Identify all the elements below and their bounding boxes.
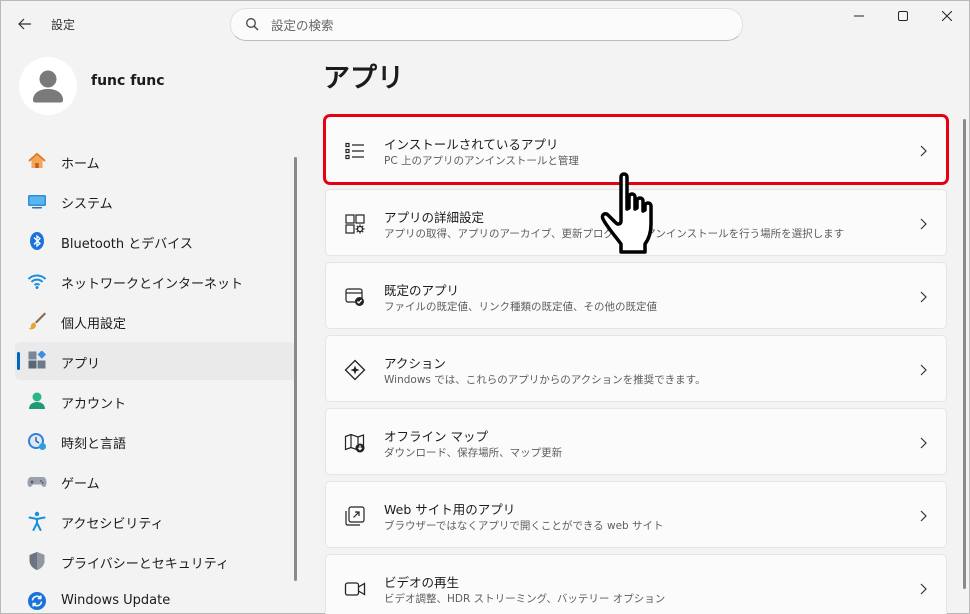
sidebar-item-label: アカウント — [61, 397, 127, 412]
close-button[interactable] — [925, 5, 969, 27]
card-title: Web サイト用のアプリ — [384, 502, 516, 517]
main-scrollbar[interactable] — [963, 119, 966, 589]
shield-icon — [29, 552, 45, 570]
chevron-right-icon — [920, 218, 927, 230]
video-playback-icon — [344, 582, 366, 596]
clock-globe-icon — [28, 433, 46, 450]
card-subtitle: ビデオ調整、HDR ストリーミング、バッテリー オプション — [384, 593, 666, 605]
bluetooth-icon — [30, 232, 44, 250]
title-bar: 設定 — [1, 1, 970, 47]
chevron-right-icon — [920, 583, 927, 595]
sidebar-item-apps[interactable]: アプリ — [15, 342, 295, 380]
settings-window: 設定 func func ホーム — [0, 0, 970, 614]
search-input[interactable] — [271, 14, 721, 36]
sidebar-item-label: システム — [61, 197, 113, 212]
card-subtitle: ファイルの既定値、リンク種類の既定値、その他の既定値 — [384, 301, 657, 313]
back-arrow-icon — [18, 18, 31, 30]
user-avatar-icon — [33, 70, 63, 103]
sidebar-item-label: ネットワークとインターネット — [61, 277, 244, 292]
profile-name: func func — [91, 73, 165, 89]
sidebar-item-personalization[interactable]: 個人用設定 — [15, 302, 295, 340]
sidebar-nav: ホーム システム Bluetooth とデバイス ネットワークとインターネット … — [15, 142, 295, 614]
sidebar-item-label: 個人用設定 — [61, 317, 127, 332]
sidebar-item-label: アクセシビリティ — [61, 517, 164, 532]
app-title: 設定 — [51, 18, 76, 32]
card-video-playback[interactable]: ビデオの再生 ビデオ調整、HDR ストリーミング、バッテリー オプション — [325, 554, 947, 614]
offline-maps-icon — [344, 433, 365, 453]
card-title: ビデオの再生 — [384, 575, 460, 590]
card-title: アプリの詳細設定 — [384, 210, 485, 225]
sidebar-item-label: 時刻と言語 — [61, 437, 127, 452]
card-subtitle: ブラウザーではなくアプリで開くことができる web サイト — [384, 520, 664, 532]
sidebar-item-windows-update[interactable]: Windows Update — [15, 582, 295, 614]
card-title: オフライン マップ — [384, 429, 488, 444]
settings-cards: インストールされているアプリ PC 上のアプリのアンインストールと管理 アプリの… — [323, 114, 949, 614]
search-icon — [246, 18, 259, 31]
sidebar-item-bluetooth[interactable]: Bluetooth とデバイス — [15, 222, 295, 260]
default-apps-icon — [345, 288, 364, 306]
account-icon — [29, 392, 45, 409]
card-actions[interactable]: アクション Windows では、これらのアプリからのアクションを推奨できます。 — [325, 335, 947, 402]
chevron-right-icon — [920, 145, 927, 157]
sidebar-item-network[interactable]: ネットワークとインターネット — [15, 262, 295, 300]
card-subtitle: Windows では、これらのアプリからのアクションを推奨できます。 — [384, 374, 706, 386]
back-button[interactable] — [13, 12, 37, 36]
minimize-icon — [854, 15, 864, 17]
avatar — [19, 57, 77, 115]
accessibility-icon — [28, 511, 46, 531]
sidebar-item-label: Bluetooth とデバイス — [61, 237, 193, 252]
page-title: アプリ — [323, 63, 404, 94]
advanced-settings-icon — [345, 214, 365, 234]
card-subtitle: PC 上のアプリのアンインストールと管理 — [384, 155, 579, 167]
sidebar-item-label: ゲーム — [61, 477, 100, 492]
card-title: 既定のアプリ — [384, 283, 460, 298]
sidebar-scrollbar[interactable] — [294, 157, 297, 581]
card-title: アクション — [384, 356, 446, 371]
card-installed-apps[interactable]: インストールされているアプリ PC 上のアプリのアンインストールと管理 — [323, 114, 949, 185]
sidebar-item-system[interactable]: システム — [15, 182, 295, 220]
installed-apps-icon — [345, 142, 364, 160]
sidebar-item-label: Windows Update — [61, 593, 171, 608]
search-box[interactable] — [230, 8, 743, 41]
sidebar-item-accounts[interactable]: アカウント — [15, 382, 295, 420]
apps-icon — [28, 351, 47, 369]
card-advanced-app-settings[interactable]: アプリの詳細設定 アプリの取得、アプリのアーカイブ、更新プログラムのアンインスト… — [325, 189, 947, 256]
card-apps-for-websites[interactable]: Web サイト用のアプリ ブラウザーではなくアプリで開くことができる web サ… — [325, 481, 947, 548]
sidebar-item-home[interactable]: ホーム — [15, 142, 295, 180]
card-subtitle: アプリの取得、アプリのアーカイブ、更新プログラムのアンインストールを行う場所を選… — [384, 228, 845, 240]
sidebar-item-time-language[interactable]: 時刻と言語 — [15, 422, 295, 460]
actions-icon — [344, 359, 366, 381]
active-indicator — [17, 352, 20, 370]
chevron-right-icon — [920, 437, 927, 449]
sidebar-item-privacy-security[interactable]: プライバシーとセキュリティ — [15, 542, 295, 580]
chevron-right-icon — [920, 291, 927, 303]
card-offline-maps[interactable]: オフライン マップ ダウンロード、保存場所、マップ更新 — [325, 408, 947, 475]
wifi-icon — [27, 274, 47, 289]
brush-icon — [28, 312, 46, 330]
card-title: インストールされているアプリ — [384, 137, 559, 152]
update-icon — [28, 592, 46, 610]
chevron-right-icon — [920, 510, 927, 522]
sidebar-item-label: ホーム — [61, 157, 100, 172]
sidebar-item-label: プライバシーとセキュリティ — [61, 557, 229, 572]
sidebar-item-gaming[interactable]: ゲーム — [15, 462, 295, 500]
close-icon — [942, 11, 952, 21]
maximize-button[interactable] — [881, 5, 925, 27]
card-subtitle: ダウンロード、保存場所、マップ更新 — [384, 447, 563, 459]
maximize-icon — [898, 11, 908, 21]
sidebar-item-accessibility[interactable]: アクセシビリティ — [15, 502, 295, 540]
card-default-apps[interactable]: 既定のアプリ ファイルの既定値、リンク種類の既定値、その他の既定値 — [325, 262, 947, 329]
home-icon — [28, 152, 46, 168]
minimize-button[interactable] — [837, 5, 881, 27]
system-icon — [28, 195, 46, 209]
sidebar-item-label: アプリ — [61, 357, 101, 372]
gamepad-icon — [27, 477, 47, 487]
web-apps-icon — [345, 506, 365, 526]
chevron-right-icon — [920, 364, 927, 376]
